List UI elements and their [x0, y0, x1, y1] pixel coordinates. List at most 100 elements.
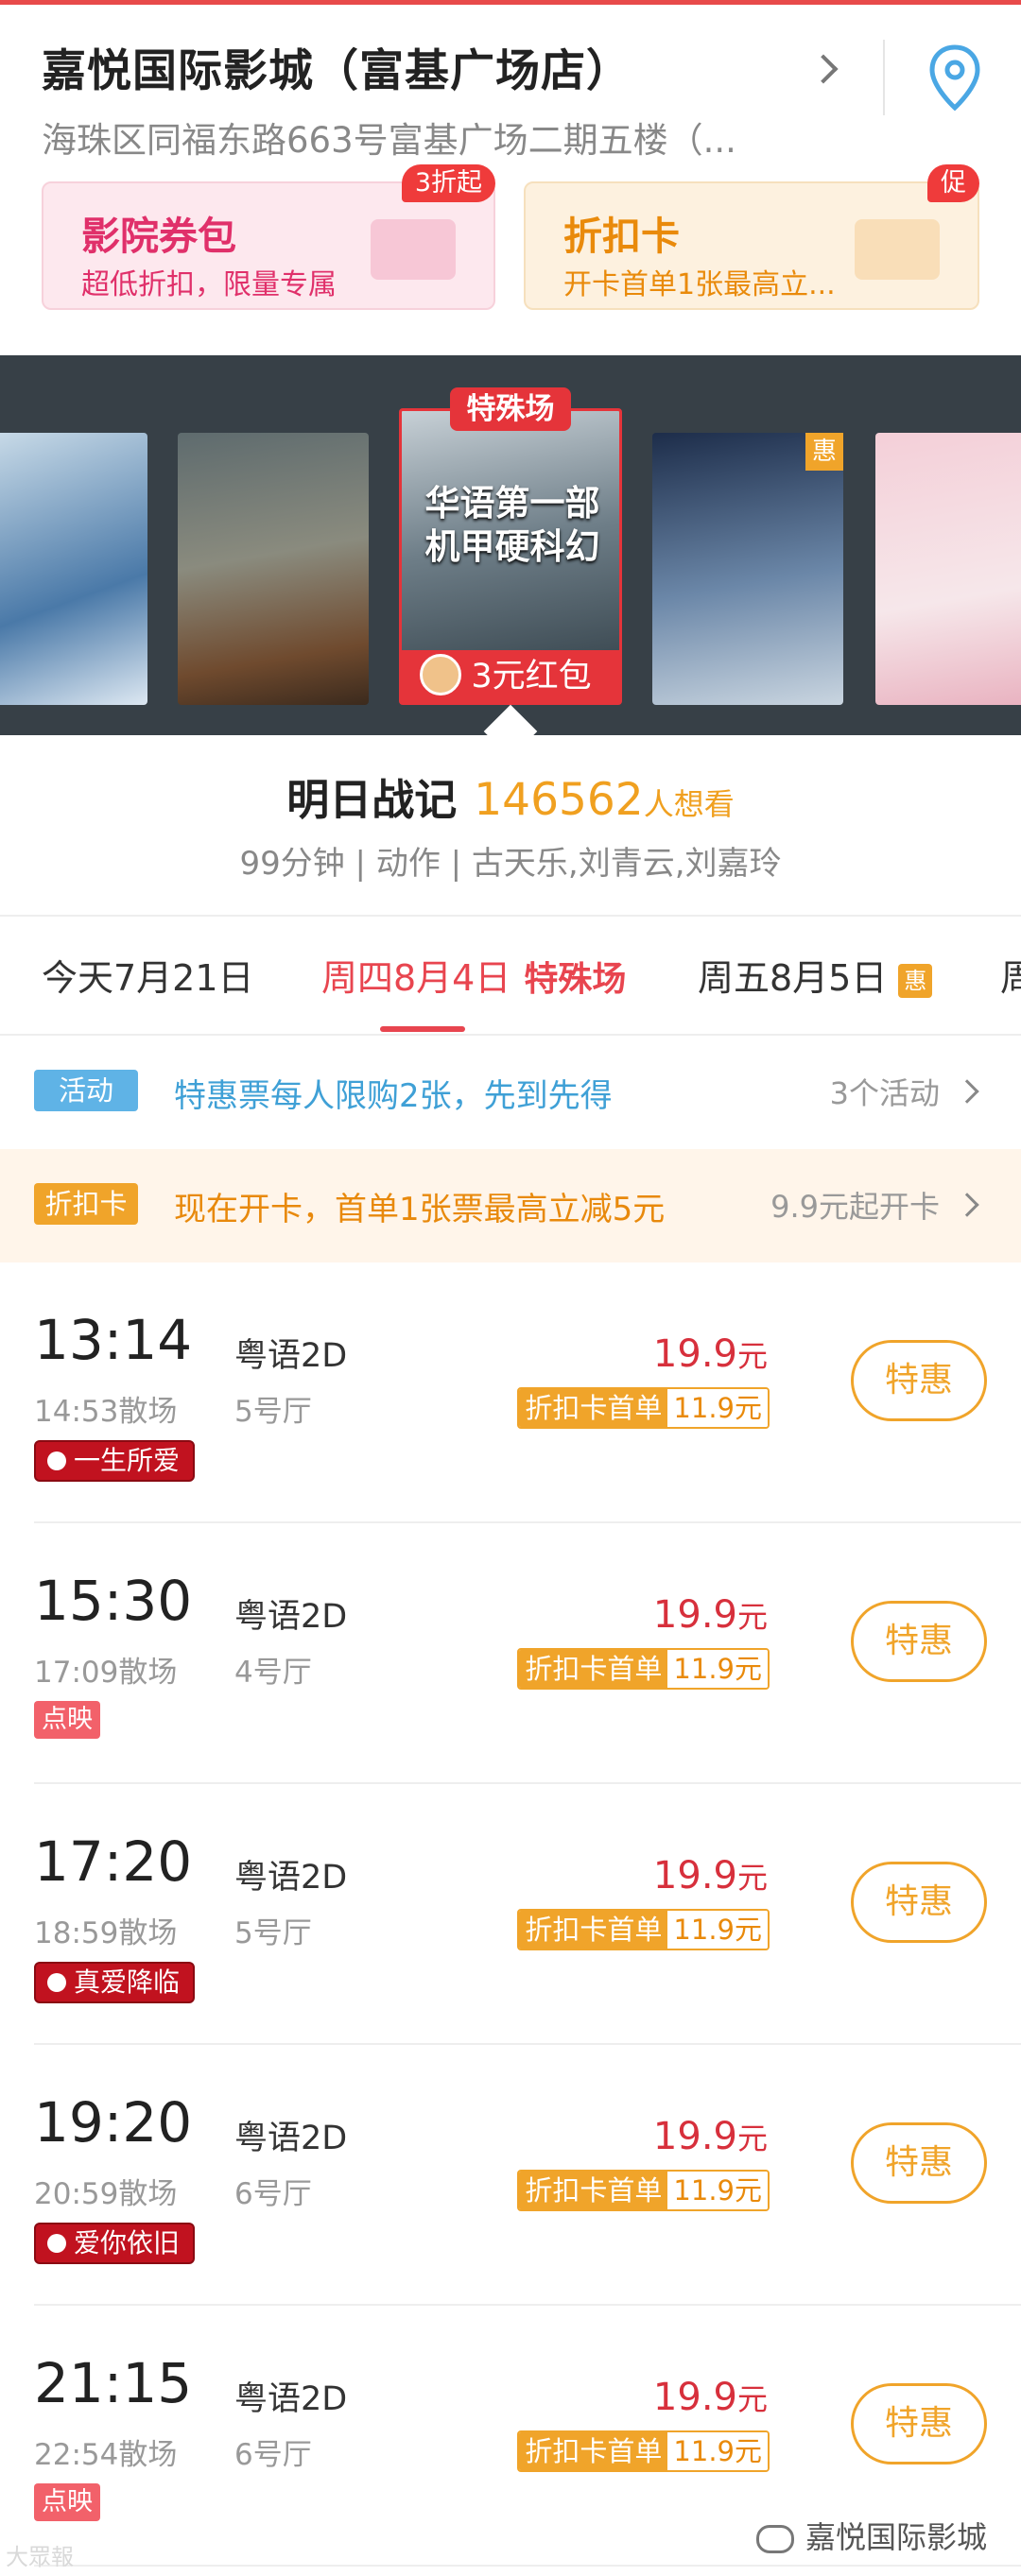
watermark-right: 嘉悦国际影城	[755, 2514, 987, 2557]
date-tab-fri[interactable]: 周五8月5日惠	[698, 949, 933, 1001]
showtime-tag: 真爱降临	[34, 1962, 196, 2003]
movie-name: 明日战记	[286, 775, 458, 825]
date-tab-thu[interactable]: 周四8月4日 特殊场	[321, 949, 626, 1001]
location-pin-icon[interactable]	[926, 43, 983, 112]
discount-card-subtitle: 开卡首单1张最高立...	[563, 268, 836, 301]
card-price-badge: 折扣卡首单 11.9元	[517, 2170, 770, 2211]
coupon-pack-card[interactable]: 影院券包 超低折扣，限量专属 3折起	[42, 164, 495, 310]
end-time: 20:59散场	[34, 2177, 178, 2211]
discount-card-cta: 9.9元起开卡	[770, 1189, 940, 1225]
ticket-price-value: 19.9	[652, 2115, 737, 2158]
chevron-right-icon	[955, 1079, 979, 1104]
card-price-value: 11.9元	[667, 2172, 768, 2209]
heart-icon	[47, 1973, 66, 1992]
showtime-tag-label: 爱你依旧	[74, 2227, 181, 2258]
cinema-address[interactable]: 海珠区同福东路663号富基广场二期五楼（...	[42, 112, 798, 163]
end-time: 18:59散场	[34, 1916, 178, 1950]
card-price-value: 11.9元	[667, 1650, 768, 1688]
ticket-price-value: 19.9	[652, 1854, 737, 1898]
buy-ticket-button[interactable]: 特惠	[851, 1340, 987, 1421]
card-price-label: 折扣卡首单	[519, 2172, 668, 2209]
movie-poster[interactable]	[0, 433, 147, 705]
hall-name: 6号厅	[234, 2438, 312, 2472]
ticket-price: 19.9元	[653, 2115, 768, 2158]
discount-card-card[interactable]: 折扣卡 开卡首单1张最高立... 促	[524, 164, 979, 310]
ticket-price-value: 19.9	[652, 1332, 737, 1376]
hall-name: 5号厅	[234, 1916, 312, 1950]
chevron-right-icon	[955, 1193, 979, 1217]
card-price-value: 11.9元	[667, 1389, 768, 1427]
divider	[0, 915, 1021, 917]
hall-name: 5号厅	[234, 1395, 312, 1429]
cinema-detail-chevron-icon[interactable]	[808, 54, 839, 84]
showtime-tag-label: 一生所爱	[74, 1445, 181, 1476]
hui-tag: 惠	[805, 433, 843, 471]
active-tab-indicator	[380, 1026, 465, 1032]
avatar	[420, 654, 461, 696]
date-tab-fri-label: 周五8月5日	[698, 957, 888, 999]
poster-tagline: 华语第一部 机甲硬科幻	[424, 483, 600, 567]
buy-ticket-button[interactable]: 特惠	[851, 1601, 987, 1682]
watermark-left: 大眾報	[6, 2544, 74, 2570]
language-format: 粤语2D	[234, 2380, 348, 2418]
heart-icon	[47, 1451, 66, 1470]
card-price-label: 折扣卡首单	[519, 1650, 668, 1688]
ticket-price-unit: 元	[736, 2121, 768, 2156]
buy-ticket-button[interactable]: 特惠	[851, 2122, 987, 2204]
activity-row[interactable]: 活动 特惠票每人限购2张，先到先得 3个活动	[0, 1034, 1021, 1149]
ticket-price-value: 19.9	[652, 1593, 737, 1637]
card-price-badge: 折扣卡首单 11.9元	[517, 1387, 770, 1429]
movie-poster[interactable]	[652, 433, 843, 705]
ticket-price-unit: 元	[736, 1338, 768, 1374]
buy-ticket-button[interactable]: 特惠	[851, 1862, 987, 1943]
hall-name: 4号厅	[234, 1656, 312, 1690]
date-tab-next[interactable]: 周	[1000, 949, 1021, 1001]
end-time: 17:09散场	[34, 1656, 178, 1690]
coupon-pack-subtitle: 超低折扣，限量专属	[81, 268, 337, 301]
card-price-badge: 折扣卡首单 11.9元	[517, 1648, 770, 1690]
date-tab-thu-label: 周四8月4日	[321, 957, 511, 999]
showtime-row[interactable]: 19:20 20:59散场 粤语2D 6号厅 19.9元 折扣卡首单 11.9元 特惠 爱你依旧	[0, 2045, 1021, 2306]
vip-card-icon	[855, 219, 940, 280]
language-format: 粤语2D	[234, 2120, 348, 2157]
language-format: 粤语2D	[234, 1337, 348, 1375]
discount-card-badge: 折扣卡	[34, 1183, 138, 1225]
showtime-tag: 一生所爱	[34, 1440, 196, 1482]
ticket-price: 19.9元	[653, 1854, 768, 1898]
showtime-tag-label: 真爱降临	[74, 1966, 181, 1998]
language-format: 粤语2D	[234, 1859, 348, 1897]
card-price-value: 11.9元	[667, 2432, 768, 2470]
card-price-label: 折扣卡首单	[519, 1389, 668, 1427]
ticket-price-unit: 元	[736, 1599, 768, 1635]
movie-meta: 99分钟 | 动作 | 古天乐,刘青云,刘嘉玲	[239, 845, 782, 883]
card-price-badge: 折扣卡首单 11.9元	[517, 1909, 770, 1950]
showtime-row[interactable]: 13:14 14:53散场 粤语2D 5号厅 19.9元 折扣卡首单 11.9元 特惠 一生所爱	[0, 1262, 1021, 1523]
start-time: 17:20	[34, 1829, 193, 1894]
ticket-icon	[371, 219, 456, 280]
date-tab-today[interactable]: 今天7月21日	[42, 949, 254, 1001]
date-tab-fri-tag: 惠	[898, 963, 933, 998]
special-screening-tag: 特殊场	[450, 387, 571, 431]
showtime-row[interactable]: 17:20 18:59散场 粤语2D 5号厅 19.9元折扣卡首单 11.9元 特惠真爱降临	[0, 1784, 1021, 2045]
card-price-badge: 折扣卡首单 11.9元	[517, 2430, 770, 2472]
movie-poster[interactable]	[178, 433, 369, 705]
discount-card-text: 现在开卡，首单1张票最高立减5元	[174, 1191, 666, 1228]
buy-ticket-button[interactable]: 特惠	[851, 2383, 987, 2464]
discount-card-row[interactable]: 折扣卡 现在开卡，首单1张票最高立减5元 9.9元起开卡	[0, 1149, 1021, 1262]
date-tab-thu-tag: 特殊场	[524, 960, 627, 999]
ticket-price: 19.9元	[653, 2376, 768, 2419]
cinema-name[interactable]: 嘉悦国际影城（富基广场店）	[42, 34, 632, 99]
wechat-icon	[755, 2525, 794, 2553]
ticket-price-unit: 元	[736, 2381, 768, 2417]
preview-tag: 点映	[34, 2483, 100, 2521]
preview-tag: 点映	[34, 1701, 100, 1739]
ticket-price-unit: 元	[736, 1860, 768, 1896]
showtime-row[interactable]: 15:30 17:09散场 粤语2D 4号厅 19.9元 折扣卡首单 11.9元 特惠 点映	[0, 1523, 1021, 1784]
end-time: 22:54散场	[34, 2438, 178, 2472]
top-accent-line	[0, 0, 1021, 5]
movie-poster[interactable]	[875, 433, 1021, 705]
start-time: 19:20	[34, 2090, 193, 2155]
start-time: 21:15	[34, 2351, 193, 2415]
card-price-label: 折扣卡首单	[519, 2432, 668, 2470]
want-count: 146562	[474, 774, 644, 826]
